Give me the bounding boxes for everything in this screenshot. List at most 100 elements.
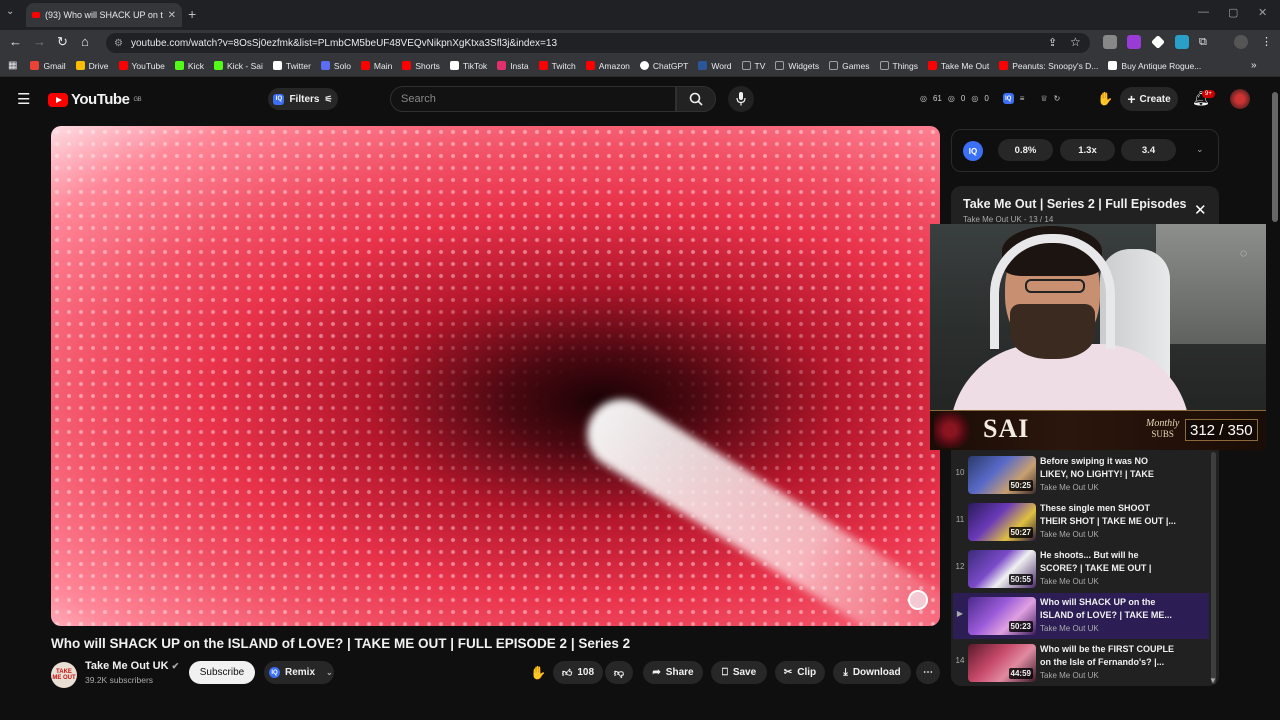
bookmark-favicon-icon (538, 61, 548, 70)
bookmark[interactable]: Take Me Out (923, 61, 994, 71)
close-playlist-icon[interactable]: ✕ (1194, 201, 1207, 219)
account-avatar[interactable] (1230, 89, 1250, 109)
save-button[interactable]: ⎕ Save (711, 661, 767, 684)
page-scrollbar[interactable] (1272, 86, 1278, 686)
bookmark[interactable]: Solo (316, 61, 356, 71)
bookmark[interactable]: Buy Antique Rogue... (1103, 61, 1206, 71)
apps-grid-icon[interactable]: ▦ (6, 60, 25, 71)
bookmark[interactable]: Kick - Sai (209, 61, 268, 71)
forward-icon[interactable]: → (33, 34, 46, 49)
share-button[interactable]: ➦ Share (643, 661, 703, 684)
close-tab-icon[interactable]: ✕ (168, 10, 176, 21)
video-thumbnail[interactable]: 50:25 (968, 456, 1036, 494)
extension-hand-icon[interactable]: ✋ (1097, 91, 1113, 107)
bookmark[interactable]: YouTube (114, 61, 170, 71)
extension-icon[interactable] (1103, 35, 1117, 49)
now-playing-indicator: ▶ (956, 609, 964, 618)
hamburger-menu-icon[interactable]: ☰ (17, 90, 30, 108)
playlist-scrollbar[interactable] (1211, 452, 1216, 684)
bookmark[interactable]: ChatGPT (635, 61, 693, 71)
chevron-down-icon: ⌄ (326, 668, 333, 677)
channel-avatar[interactable]: TAKE ME OUT (51, 662, 77, 688)
bookmark-folder[interactable]: TV (737, 61, 771, 71)
profile-avatar-icon[interactable] (1234, 35, 1248, 49)
download-button[interactable]: ⤓ Download (833, 661, 911, 684)
youtube-logo[interactable]: YouTube GB (48, 91, 142, 108)
reload-icon[interactable]: ↻ (57, 34, 68, 50)
iq-extension-icon[interactable]: IQ (1002, 93, 1014, 104)
playlist-item[interactable]: 12 50:55 He shoots... But will he SCORE?… (953, 546, 1209, 592)
iq-stat-pill: 0.8% (998, 139, 1053, 161)
bookmark[interactable]: Kick (170, 61, 209, 71)
playlist-item[interactable]: 10 50:25 Before swiping it was NO LIKEY,… (953, 452, 1209, 498)
playlist-item-title: He shoots... But will he SCORE? | TAKE M… (1040, 550, 1152, 573)
refresh-icon[interactable]: ↻ (1054, 94, 1061, 103)
playlist-item-channel: Take Me Out UK (1040, 671, 1099, 680)
tab-search-icon[interactable]: ⌄ (6, 6, 14, 17)
extension-hand-icon[interactable]: ✋ (530, 665, 546, 681)
search-button[interactable] (676, 86, 716, 112)
filters-button[interactable]: IQ Filters ⚟ (268, 88, 338, 110)
playlist-item-active[interactable]: ▶ 50:23 Who will SHACK UP on the ISLAND … (953, 593, 1209, 639)
extension-icon[interactable] (1127, 35, 1141, 49)
video-thumbnail[interactable]: 44:59 (968, 644, 1036, 682)
bookmark[interactable]: Insta (492, 61, 533, 71)
playlist-item[interactable]: 14 44:59 Who will be the FIRST COUPLE on… (953, 640, 1209, 686)
playlist-item[interactable]: 11 50:27 These single men SHOOT THEIR SH… (953, 499, 1209, 545)
browser-tab[interactable]: (93) Who will SHACK UP on the ✕ (26, 3, 182, 27)
bookmark[interactable]: TikTok (445, 61, 492, 71)
home-icon[interactable]: ⌂ (81, 34, 89, 49)
video-thumbnail[interactable]: 50:23 (968, 597, 1036, 635)
extensions-puzzle-icon[interactable]: ⧉ (1199, 36, 1207, 49)
search-input[interactable] (401, 93, 675, 105)
like-button[interactable]: 👍︎ 108 (553, 661, 603, 684)
chrome-menu-icon[interactable]: ⋮ (1261, 35, 1272, 48)
create-button[interactable]: + Create (1120, 87, 1178, 111)
video-title: Who will SHACK UP on the ISLAND of LOVE?… (51, 636, 631, 651)
install-app-icon[interactable]: ⇪ (1048, 36, 1057, 49)
more-bookmarks-icon[interactable]: » (1251, 60, 1257, 71)
video-thumbnail[interactable]: 50:55 (968, 550, 1036, 588)
minimize-icon[interactable]: — (1198, 6, 1209, 18)
bookmark-folder[interactable]: Games (824, 61, 874, 71)
bookmark[interactable]: Twitter (268, 61, 316, 71)
remix-button[interactable]: IQ Remix ⌄ (264, 661, 334, 684)
clip-button[interactable]: ✂ Clip (775, 661, 825, 684)
bookmark[interactable]: Amazon (581, 61, 635, 71)
bookmark-star-icon[interactable]: ☆ (1070, 35, 1081, 49)
maximize-icon[interactable]: ▢ (1228, 6, 1238, 19)
bookmark[interactable]: Shorts (397, 61, 445, 71)
bookmark[interactable]: Gmail (25, 61, 70, 71)
bookmark[interactable]: Peanuts: Snoopy's D... (994, 61, 1103, 71)
bookmark[interactable]: Main (356, 61, 397, 71)
list-icon[interactable]: ≡ (1020, 94, 1025, 103)
bookmark-folder[interactable]: Things (875, 61, 924, 71)
bookmark-favicon-icon (360, 61, 370, 70)
address-bar[interactable]: ⚙ youtube.com/watch?v=8OsSj0ezfmk&list=P… (106, 33, 1090, 53)
bookmark[interactable]: Twitch (534, 61, 581, 71)
close-window-icon[interactable]: ✕ (1258, 6, 1267, 19)
video-thumbnail[interactable]: 50:27 (968, 503, 1036, 541)
trophy-icon[interactable]: ♕ (1040, 94, 1047, 103)
chevron-down-icon[interactable]: ⌄ (1196, 144, 1204, 155)
dislike-button[interactable]: 👎︎ (605, 661, 633, 684)
extension-icon[interactable] (1151, 35, 1165, 49)
channel-watermark-icon[interactable] (908, 590, 928, 610)
video-player[interactable] (51, 126, 940, 626)
site-info-icon[interactable]: ⚙ (114, 38, 123, 49)
extension-stats: ◎ 61 ◎ 0 ◎ 0 IQ ≡ ♕ ↻ (920, 93, 1061, 104)
page-scrollbar-thumb[interactable] (1272, 92, 1278, 222)
bookmark[interactable]: Drive (71, 61, 114, 71)
extension-icon[interactable] (1175, 35, 1189, 49)
bookmark[interactable]: Word (693, 61, 736, 71)
voice-search-button[interactable] (728, 86, 754, 112)
more-actions-button[interactable]: ⋯ (916, 661, 940, 684)
back-icon[interactable]: ← (9, 34, 22, 49)
bookmark-folder[interactable]: Widgets (770, 61, 824, 71)
subscribe-button[interactable]: Subscribe (189, 661, 255, 684)
scroll-down-arrow-icon[interactable]: ▼ (1209, 676, 1217, 685)
channel-name[interactable]: Take Me Out UK ✔ (85, 660, 179, 672)
playlist-title[interactable]: Take Me Out | Series 2 | Full Episodes (963, 197, 1187, 211)
download-icon: ⤓ (843, 667, 848, 678)
new-tab-icon[interactable]: + (188, 6, 196, 22)
